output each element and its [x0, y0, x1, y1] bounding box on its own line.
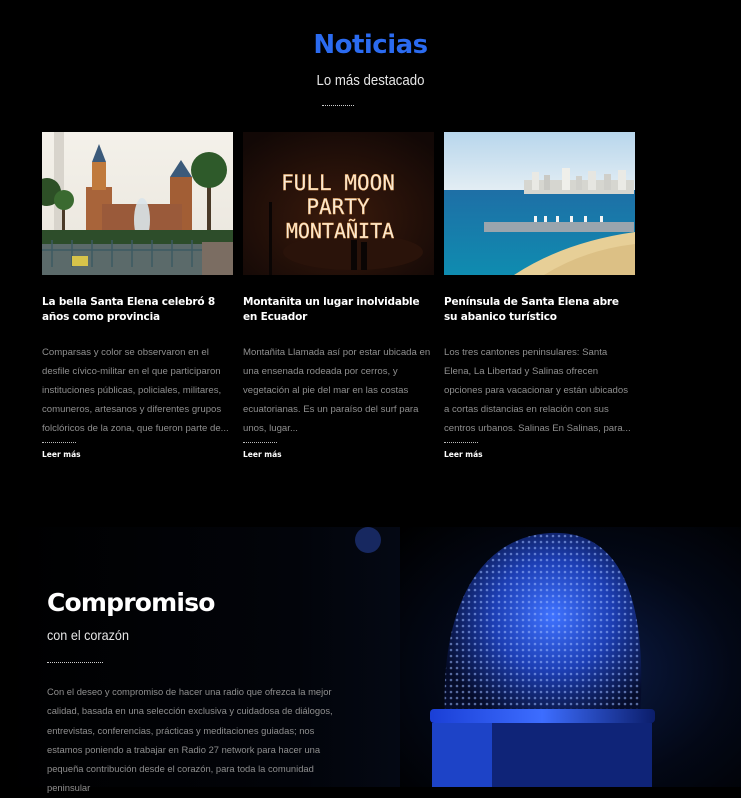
news-card-excerpt: Montañita Llamada así por estar ubicada … — [243, 347, 431, 434]
commitment-title: Compromiso — [47, 588, 215, 617]
card-divider — [243, 442, 277, 443]
read-more-link[interactable]: Leer más — [243, 450, 434, 459]
news-card: FULL MOON PARTY MONTAÑITA Montañita un l… — [243, 132, 434, 459]
news-image-montanita[interactable]: FULL MOON PARTY MONTAÑITA — [243, 132, 434, 275]
news-card-excerpt: Los tres cantones peninsulares: Santa El… — [444, 347, 631, 434]
news-card-title[interactable]: Montañita un lugar inolvidable en Ecuado… — [243, 295, 434, 325]
news-card: La bella Santa Elena celebró 8 años como… — [42, 132, 233, 459]
microphone-image — [400, 527, 741, 787]
news-card-title[interactable]: La bella Santa Elena celebró 8 años como… — [42, 295, 233, 325]
section-divider — [47, 662, 103, 663]
card-divider — [444, 442, 478, 443]
commitment-text: Con el deseo y compromiso de hacer una r… — [47, 686, 333, 794]
news-card: Península de Santa Elena abre su abanico… — [444, 132, 635, 459]
svg-text:FULL MOON: FULL MOON — [281, 171, 395, 195]
card-divider — [42, 442, 76, 443]
commitment-subtitle: con el corazón — [47, 627, 129, 643]
read-more-link[interactable]: Leer más — [444, 450, 635, 459]
news-section-title: Noticias — [313, 30, 428, 60]
news-card-title[interactable]: Península de Santa Elena abre su abanico… — [444, 295, 635, 325]
read-more-link[interactable]: Leer más — [42, 450, 233, 459]
news-image-salinas[interactable] — [444, 132, 635, 275]
svg-text:PARTY: PARTY — [306, 195, 370, 219]
section-divider — [322, 105, 354, 106]
news-section-subtitle: Lo más destacado — [316, 72, 425, 89]
decorative-dot — [355, 527, 381, 553]
svg-text:MONTAÑITA: MONTAÑITA — [286, 219, 394, 243]
news-card-excerpt: Comparsas y color se observaron en el de… — [42, 347, 229, 434]
news-image-santa-elena[interactable] — [42, 132, 233, 275]
